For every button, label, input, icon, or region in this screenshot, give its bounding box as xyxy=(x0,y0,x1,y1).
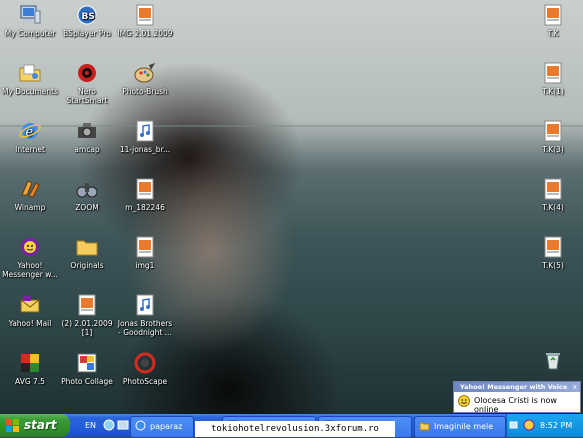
image-file-icon xyxy=(544,62,562,84)
smiley-icon xyxy=(458,395,470,407)
desktop-icon-photo-brush[interactable]: Photo-Brush xyxy=(110,61,180,96)
webcam-icon xyxy=(78,123,96,138)
yahoo-messenger-notification[interactable]: Yahoo! Messenger with Voice x Olocesa Cr… xyxy=(453,381,581,414)
audio-file-icon xyxy=(136,294,154,316)
desktop-icon-label: Photo-Brush xyxy=(122,87,168,96)
my-documents-icon xyxy=(19,64,41,82)
desktop-icon-label: T.K(4) xyxy=(542,203,564,212)
folder-icon xyxy=(419,422,430,431)
desktop-icon-tk-1[interactable]: T.K(1) xyxy=(518,61,583,96)
nero-icon xyxy=(78,64,96,82)
desktop-icon-label: PhotoScape xyxy=(122,377,168,386)
desktop-icon-label: img1 xyxy=(135,261,155,270)
image-file-icon xyxy=(136,236,154,258)
system-clock[interactable]: 8:52 PM xyxy=(540,414,572,437)
desktop-icon-label: T.K xyxy=(547,29,559,38)
desktop-icon-recycle-bin[interactable] xyxy=(518,348,583,374)
folder-icon xyxy=(76,240,98,256)
browser-icon xyxy=(135,420,146,431)
desktop-icon-photoscape[interactable]: PhotoScape xyxy=(110,351,180,386)
quick-launch-icon[interactable] xyxy=(102,418,116,432)
close-icon[interactable]: x xyxy=(573,382,577,392)
yahoo-mail-icon xyxy=(20,296,40,313)
site-watermark: tokiohotelrevolusion.3xforum.ro xyxy=(195,421,395,437)
desktop-icon-label: T.K(5) xyxy=(542,261,564,270)
desktop-icon-jonas-brothers[interactable]: Jonas Brothers - Goodnight ... xyxy=(110,293,180,337)
taskbar-button-paparaz[interactable]: paparaz xyxy=(130,416,194,438)
desktop-icon-label: IMG 2.01.2009 xyxy=(117,29,173,38)
yahoo-tray-icon[interactable] xyxy=(523,419,535,431)
desktop-icon-label: m_182246 xyxy=(125,203,165,212)
image-file-icon xyxy=(544,120,562,142)
photoscape-icon xyxy=(134,352,156,374)
bsplayer-icon: BS xyxy=(77,5,97,25)
language-indicator[interactable]: EN xyxy=(85,414,96,437)
quick-launch-icon[interactable] xyxy=(116,418,130,432)
my-computer-icon xyxy=(20,5,41,24)
desktop-icon-label: T.K(3) xyxy=(542,145,564,154)
desktop-icon-11-jonas[interactable]: 11-jonas_br... xyxy=(110,119,180,154)
internet-explorer-icon: e xyxy=(19,123,41,140)
recycle-bin-icon xyxy=(546,353,560,370)
desktop-icon-m-182246[interactable]: m_182246 xyxy=(110,177,180,212)
desktop-icon-tk-5[interactable]: T.K(5) xyxy=(518,235,583,270)
start-label: start xyxy=(24,418,57,432)
winamp-icon xyxy=(21,180,40,198)
photo-brush-icon xyxy=(134,63,155,83)
image-file-icon xyxy=(78,294,96,316)
avg-antivirus-icon xyxy=(21,354,39,372)
zoom-icon xyxy=(76,183,98,198)
start-button[interactable]: start xyxy=(0,414,70,437)
network-icon[interactable] xyxy=(509,419,521,431)
taskbar-button-imaginile-mele[interactable]: Imaginile mele xyxy=(414,416,506,438)
yahoo-messenger-icon xyxy=(21,238,39,256)
taskbar-button-label: paparaz xyxy=(150,422,183,431)
image-file-icon xyxy=(544,4,562,26)
taskbar-button-label: Imaginile mele xyxy=(434,422,494,431)
desktop-icon-label: Jonas Brothers - Goodnight ... xyxy=(117,319,173,337)
windows-logo-icon xyxy=(6,419,19,432)
desktop-icon-img1[interactable]: img1 xyxy=(110,235,180,270)
image-file-icon xyxy=(136,4,154,26)
desktop-icon-tk-4[interactable]: T.K(4) xyxy=(518,177,583,212)
desktop-icon-tk-3[interactable]: T.K(3) xyxy=(518,119,583,154)
svg-text:BS: BS xyxy=(82,12,95,22)
audio-file-icon xyxy=(136,120,154,142)
desktop-icon-label: T.K(1) xyxy=(542,87,564,96)
notification-message: Olocesa Cristi is now online xyxy=(474,396,557,414)
image-file-icon xyxy=(136,178,154,200)
image-file-icon xyxy=(544,178,562,200)
photo-collage-icon xyxy=(77,353,97,373)
desktop-icon-img-2-01-2009[interactable]: IMG 2.01.2009 xyxy=(110,3,180,38)
image-file-icon xyxy=(544,236,562,258)
notification-title: Yahoo! Messenger with Voice xyxy=(454,382,580,392)
desktop-icon-tk[interactable]: T.K xyxy=(518,3,583,38)
desktop-icon-label: 11-jonas_br... xyxy=(119,145,171,154)
